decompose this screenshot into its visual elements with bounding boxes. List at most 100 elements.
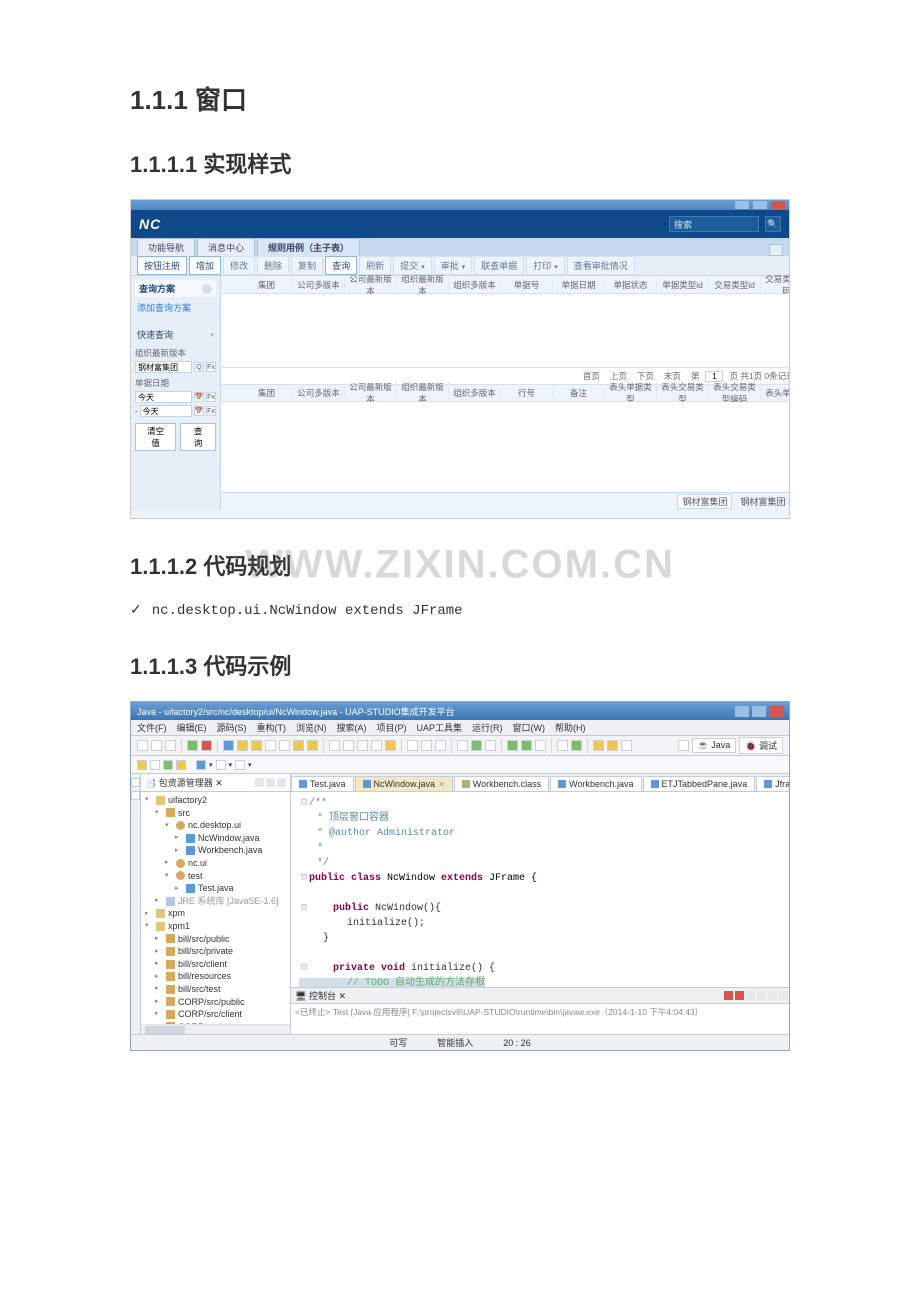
gutter-icon[interactable] — [131, 778, 140, 787]
remove-icon[interactable] — [735, 991, 744, 1000]
col2-omv[interactable]: 组织多版本 — [449, 387, 501, 399]
misc-icon[interactable] — [457, 740, 468, 751]
col-trxcode[interactable]: 交易类型编码 — [761, 273, 790, 297]
menu-help[interactable]: 帮助(H) — [555, 721, 586, 734]
ecl-console[interactable]: <已终止> Test [Java 应用程序] F:\projectsv6\UAP… — [291, 1004, 790, 1034]
etab-test[interactable]: Test.java — [291, 776, 354, 791]
btn-clear[interactable]: 清空值 — [135, 423, 176, 451]
col2-group[interactable]: 集团 — [241, 387, 293, 399]
nav-icon[interactable] — [421, 740, 432, 751]
input-date2[interactable] — [140, 405, 192, 417]
btn-print[interactable]: 打印▾ — [526, 256, 565, 275]
debug-icon[interactable] — [223, 740, 234, 751]
menu-refactor[interactable]: 重构(T) — [257, 721, 287, 734]
col-no[interactable]: 单据号 — [501, 279, 553, 291]
cons-tool-icon[interactable] — [768, 991, 777, 1000]
col2-row[interactable]: 行号 — [501, 387, 553, 399]
nav2-icon[interactable] — [435, 740, 446, 751]
lookup-icon[interactable]: Q — [194, 362, 204, 372]
fx-icon[interactable]: Fx — [206, 362, 216, 372]
collapse-icon[interactable] — [255, 778, 264, 787]
t2-icon4[interactable] — [176, 760, 186, 770]
col-trxid[interactable]: 交易类型id — [709, 279, 761, 291]
etab-wbclass[interactable]: Workbench.class — [454, 776, 549, 791]
tab-rule[interactable]: 规则用例（主子表） — [257, 238, 360, 256]
search-icon[interactable]: 🔍 — [765, 216, 781, 232]
folder-icon[interactable] — [265, 740, 276, 751]
btn-add[interactable]: 增加 — [189, 256, 221, 275]
link-icon[interactable] — [266, 778, 275, 787]
pin-icon[interactable] — [202, 284, 212, 294]
tool5-icon[interactable] — [385, 740, 396, 751]
up-icon[interactable] — [621, 740, 632, 751]
close-button[interactable] — [771, 201, 785, 209]
col-typeid[interactable]: 单据类型id — [657, 279, 709, 291]
ecl-side-scrollbar[interactable] — [141, 1024, 290, 1034]
col-cmv[interactable]: 公司多版本 — [293, 279, 345, 291]
col-onv[interactable]: 组织最新版本 — [397, 273, 449, 297]
back-icon[interactable] — [593, 740, 604, 751]
menu-edit[interactable]: 编辑(E) — [177, 721, 207, 734]
calendar-icon[interactable]: 📅 — [194, 392, 204, 402]
col-group[interactable]: 集团 — [241, 279, 293, 291]
persp-debug[interactable]: 🐞 调试 — [739, 737, 783, 754]
close-button[interactable] — [769, 706, 783, 717]
ext-icon[interactable] — [535, 740, 546, 751]
build-icon[interactable] — [237, 740, 248, 751]
folder2-icon[interactable] — [279, 740, 290, 751]
menu-run[interactable]: 运行(R) — [472, 721, 503, 734]
menu-search[interactable]: 搜索(A) — [337, 721, 367, 734]
t2-icon2[interactable] — [150, 760, 160, 770]
persp-open-icon[interactable] — [678, 740, 689, 751]
cons-tool-icon[interactable] — [757, 991, 766, 1000]
search2-icon[interactable] — [407, 740, 418, 751]
tab-msg[interactable]: 消息中心 — [197, 238, 255, 256]
btn-del[interactable]: 删除 — [257, 256, 289, 275]
etab-ncwindow[interactable]: NcWindow.java✕ — [355, 776, 453, 791]
build2-icon[interactable] — [251, 740, 262, 751]
col2-note[interactable]: 备注 — [553, 387, 605, 399]
t2-icon7[interactable] — [235, 760, 245, 770]
tool2-icon[interactable] — [343, 740, 354, 751]
etab-wbjava[interactable]: Workbench.java — [550, 776, 641, 791]
star-icon[interactable] — [293, 740, 304, 751]
run-icon[interactable] — [187, 740, 198, 751]
restore-icon[interactable] — [769, 244, 783, 256]
search-input[interactable]: 搜索 — [669, 216, 759, 232]
tool-icon[interactable] — [329, 740, 340, 751]
run2-icon[interactable] — [471, 740, 482, 751]
ecl-tree[interactable]: ▾uifactory2 ▾src ▾nc.desktop.ui ▸NcWindo… — [141, 792, 290, 1024]
menu-source[interactable]: 源码(S) — [217, 721, 247, 734]
btn-link[interactable]: 联查单据 — [474, 256, 524, 275]
stop-icon[interactable] — [201, 740, 212, 751]
btn-register[interactable]: 按钮注册 — [137, 256, 187, 275]
t2-icon6[interactable] — [216, 760, 226, 770]
tool4-icon[interactable] — [371, 740, 382, 751]
etab-jframe1[interactable]: Jframe1.java — [756, 776, 790, 791]
saveall-icon[interactable] — [165, 740, 176, 751]
side-quick[interactable]: 快速查询▾ — [135, 326, 216, 343]
tab-nav[interactable]: 功能导航 — [137, 238, 195, 256]
col2-hid[interactable]: 表头单据ID — [761, 387, 790, 399]
type-icon[interactable] — [571, 740, 582, 751]
terminate-icon[interactable] — [724, 991, 733, 1000]
etab-etj[interactable]: ETJTabbedPane.java — [643, 776, 756, 791]
maximize-button[interactable] — [752, 706, 766, 717]
fx-icon[interactable]: Fx — [206, 406, 216, 416]
menu-file[interactable]: 文件(F) — [137, 721, 167, 734]
btn-edit[interactable]: 修改 — [223, 256, 255, 275]
minimize-button[interactable] — [735, 706, 749, 717]
side-add-scheme[interactable]: 添加查询方案 — [135, 299, 216, 316]
menu-uap[interactable]: UAP工具集 — [417, 721, 463, 734]
fx-icon[interactable]: Fx — [206, 392, 216, 402]
menu-icon[interactable] — [277, 778, 286, 787]
col-cnv[interactable]: 公司最新版本 — [345, 273, 397, 297]
minimize-button[interactable] — [735, 201, 749, 209]
new-icon[interactable] — [137, 740, 148, 751]
col2-cmv[interactable]: 公司多版本 — [293, 387, 345, 399]
maximize-button[interactable] — [753, 201, 767, 209]
btn-view[interactable]: 查看审批情况 — [567, 256, 635, 275]
star2-icon[interactable] — [307, 740, 318, 751]
cons-tool-icon[interactable] — [779, 991, 788, 1000]
calendar-icon[interactable]: 📅 — [194, 406, 204, 416]
